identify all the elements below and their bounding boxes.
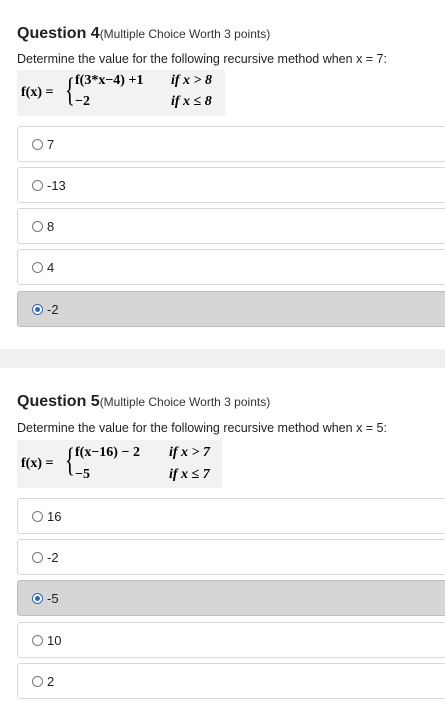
formula-case-1-cond: if x > 7: [169, 445, 211, 460]
question-4-meta: (Multiple Choice Worth 3 points): [99, 27, 271, 41]
option-label: 16: [47, 509, 62, 524]
question-5-prompt: Determine the value for the following re…: [17, 421, 387, 435]
option-label: -2: [47, 302, 59, 317]
option-label: 8: [47, 219, 55, 234]
radio-button[interactable]: [32, 139, 43, 150]
radio-button[interactable]: [32, 180, 43, 191]
formula-case-1-expr: f(x−16) − 2: [75, 445, 140, 460]
formula-case-2-cond: if x ≤ 7: [169, 467, 210, 482]
radio-button-checked[interactable]: [32, 304, 43, 315]
formula-brace: {: [65, 72, 75, 109]
option-label: 10: [47, 633, 62, 648]
question-5-option-1[interactable]: 16: [17, 498, 445, 534]
question-5-card: Question 5(Multiple Choice Worth 3 point…: [0, 368, 445, 720]
formula-case-1-expr: f(3*x−4) +1: [75, 73, 144, 88]
option-label: 7: [47, 137, 55, 152]
question-5-option-3[interactable]: -5: [17, 580, 445, 616]
question-5-option-2[interactable]: -2: [17, 539, 445, 575]
question-4-option-3[interactable]: 8: [17, 208, 445, 244]
radio-button[interactable]: [32, 676, 43, 687]
formula-lhs: f(x) =: [21, 456, 54, 471]
option-label: -13: [47, 178, 66, 193]
formula-case-2-expr: −2: [75, 94, 90, 109]
question-5-number: Question 5: [17, 393, 100, 410]
question-5-formula: f(x) = { f(x−16) − 2 if x > 7 −5 if x ≤ …: [17, 440, 222, 488]
question-4-option-5[interactable]: -2: [17, 291, 445, 327]
question-5-meta: (Multiple Choice Worth 3 points): [99, 395, 271, 409]
question-4-number: Question 4: [17, 25, 100, 42]
formula-case-2-expr: −5: [75, 467, 90, 482]
question-5-option-4[interactable]: 10: [17, 622, 445, 658]
question-4-formula: f(x) = { f(3*x−4) +1 if x > 8 −2 if x ≤ …: [17, 70, 225, 116]
option-label: 4: [47, 260, 55, 275]
radio-button[interactable]: [32, 511, 43, 522]
question-4-card: Question 4(Multiple Choice Worth 3 point…: [0, 0, 445, 349]
radio-button-checked[interactable]: [32, 593, 43, 604]
formula-case-1-cond: if x > 8: [171, 73, 213, 88]
formula-lhs: f(x) =: [21, 85, 54, 100]
question-4-option-2[interactable]: -13: [17, 167, 445, 203]
question-4-title: Question 4(Multiple Choice Worth 3 point…: [17, 25, 270, 43]
question-4-option-1[interactable]: 7: [17, 126, 445, 162]
radio-button[interactable]: [32, 221, 43, 232]
formula-brace: {: [65, 442, 75, 479]
question-4-option-4[interactable]: 4: [17, 249, 445, 285]
option-label: -2: [47, 550, 59, 565]
option-label: -5: [47, 591, 59, 606]
radio-button[interactable]: [32, 552, 43, 563]
question-4-prompt: Determine the value for the following re…: [17, 52, 387, 66]
option-label: 2: [47, 674, 55, 689]
radio-button[interactable]: [32, 262, 43, 273]
formula-case-2-cond: if x ≤ 8: [171, 94, 212, 109]
radio-button[interactable]: [32, 635, 43, 646]
question-5-option-5[interactable]: 2: [17, 663, 445, 699]
question-5-title: Question 5(Multiple Choice Worth 3 point…: [17, 393, 270, 411]
